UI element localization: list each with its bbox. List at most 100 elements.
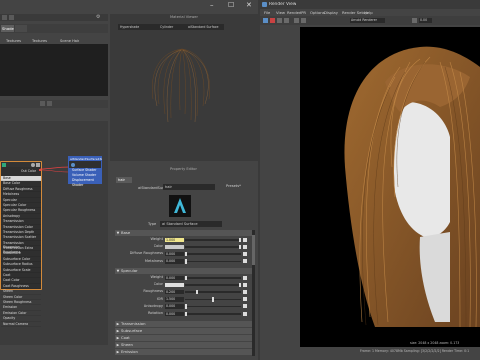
section-subsurface[interactable]: ▶ Subsurface (115, 328, 255, 334)
viewer-shader-dropdown[interactable]: aiStandard Surface (186, 24, 224, 30)
value-field[interactable]: 0.000 (165, 311, 184, 316)
map-button-icon[interactable] (243, 237, 247, 242)
menu-view[interactable]: View (276, 10, 285, 15)
exposure-field[interactable]: 0.00 (419, 18, 432, 23)
close-button[interactable]: ✕ (246, 1, 252, 9)
value-slider[interactable] (185, 297, 241, 302)
value-slider[interactable] (185, 275, 241, 280)
menu-options[interactable]: Options (310, 10, 325, 15)
map-button-icon[interactable] (243, 244, 247, 249)
node-name-field[interactable]: hair (163, 184, 215, 190)
color-swatch[interactable] (165, 244, 184, 250)
section-specular[interactable]: ▼ Specular (115, 268, 255, 274)
value-slider[interactable] (185, 304, 241, 309)
maximize-button[interactable]: ☐ (228, 1, 234, 9)
slider-knob[interactable] (212, 297, 214, 302)
subtab-textures[interactable]: Textures (6, 39, 21, 43)
value-slider[interactable] (185, 311, 241, 316)
toolbar-icon[interactable] (9, 15, 14, 20)
value-slider[interactable] (185, 244, 241, 250)
node-toggle-icon[interactable] (31, 162, 35, 167)
property-scrollbar[interactable] (252, 230, 255, 356)
property-label: Color (153, 282, 163, 287)
node-graph[interactable]: Out Color Base Base Color Diffuse Roughnes… (0, 121, 108, 345)
section-transmission[interactable]: ▶ Transmission (115, 321, 255, 327)
menu-display[interactable]: Display (324, 10, 338, 15)
menu-render[interactable]: Render (287, 10, 301, 15)
material-browser[interactable] (0, 44, 108, 96)
map-button-icon[interactable] (243, 259, 247, 264)
menu-ipr[interactable]: IPR (300, 10, 306, 15)
type-dropdown[interactable]: ai Standard Surface (160, 221, 222, 227)
slider-knob[interactable] (185, 275, 187, 280)
value-field[interactable]: 0.000 (165, 259, 184, 264)
value-slider[interactable] (185, 237, 241, 242)
slider-knob[interactable] (195, 289, 198, 295)
attribute-item[interactable]: Normal Camera (1, 322, 41, 327)
menu-help[interactable]: Help (364, 10, 373, 15)
settings-icon[interactable]: ⚙ (96, 14, 100, 20)
snapshot-icon[interactable] (277, 18, 282, 23)
render-frame-icon[interactable] (263, 18, 268, 23)
value-field[interactable]: 0.000 (165, 275, 184, 280)
value-slider[interactable] (185, 289, 241, 295)
shader-node[interactable]: Out Color Base Base Color Diffuse Roughnes… (0, 161, 42, 327)
map-button-icon[interactable] (243, 251, 247, 256)
minimize-button[interactable]: – (210, 1, 214, 9)
menu-file[interactable]: File (264, 10, 270, 15)
render-toolbar: Arnold Renderer 0.00 (260, 16, 480, 25)
keep-image-icon[interactable] (284, 18, 289, 23)
shading-group-node[interactable]: aiStandardSurface1SG Surface Shader Volum… (68, 156, 102, 187)
alpha-icon[interactable] (301, 18, 306, 23)
subtab-textures-2[interactable]: Textures (32, 39, 47, 43)
map-button-icon[interactable] (243, 282, 247, 287)
property-row: Weight 1.000 (117, 237, 255, 243)
viewer-mode-dropdown[interactable]: Hypershade (118, 24, 158, 30)
slider-knob[interactable] (239, 282, 241, 288)
graph-tool-icon[interactable] (40, 101, 45, 106)
slider-knob[interactable] (185, 304, 187, 309)
value-field[interactable]: 0.000 (165, 251, 184, 257)
presets-button[interactable]: Presets* (226, 184, 241, 188)
value-field[interactable]: 0.200 (165, 289, 184, 295)
section-sheen[interactable]: ▶ Sheen (115, 342, 255, 348)
section-base[interactable]: ▼ Base (115, 230, 255, 236)
map-button-icon[interactable] (243, 304, 247, 309)
tab-blank[interactable] (15, 25, 27, 32)
tab-hair[interactable]: hair (116, 177, 132, 183)
sg-port[interactable]: Displacement Shader (69, 178, 101, 187)
rgb-icon[interactable] (294, 18, 299, 23)
exposure-icon[interactable] (412, 18, 417, 23)
section-coat[interactable]: ▶ Coat (115, 335, 255, 341)
render-image[interactable] (300, 27, 480, 347)
map-button-icon[interactable] (243, 275, 247, 280)
slider-knob[interactable] (185, 311, 187, 316)
value-slider[interactable] (185, 259, 241, 264)
slider-knob[interactable] (185, 251, 187, 257)
value-field[interactable]: 1.000 (165, 237, 184, 242)
browser-toolbar: ⚙ (0, 14, 108, 21)
toolbar-icon[interactable] (2, 15, 7, 20)
material-viewer-title: Material Viewer (170, 15, 198, 19)
slider-knob[interactable] (239, 244, 241, 250)
tab-shader[interactable]: Shader (1, 25, 14, 32)
subtab-scene-hair[interactable]: Scene Hair (60, 39, 79, 43)
graph-tool-icon[interactable] (47, 101, 52, 106)
map-button-icon[interactable] (243, 311, 247, 316)
section-emission[interactable]: ▶ Emission (115, 349, 255, 355)
value-field[interactable]: 0.000 (165, 304, 184, 309)
color-swatch[interactable] (165, 282, 184, 288)
viewer-geometry-dropdown[interactable]: Cylinder (158, 24, 186, 30)
value-field[interactable]: 1.500 (165, 297, 184, 302)
renderer-dropdown[interactable]: Arnold Renderer (350, 18, 385, 23)
property-label: Rotation (147, 311, 163, 315)
value-slider[interactable] (185, 282, 241, 288)
scrollbar-thumb[interactable] (252, 235, 255, 265)
map-button-icon[interactable] (243, 289, 247, 294)
map-button-icon[interactable] (243, 297, 247, 302)
value-slider[interactable] (185, 251, 241, 257)
slider-knob[interactable] (185, 259, 187, 264)
out-color-port[interactable]: Out Color (21, 169, 36, 173)
render-region-icon[interactable] (270, 18, 275, 23)
slider-knob[interactable] (239, 237, 241, 242)
